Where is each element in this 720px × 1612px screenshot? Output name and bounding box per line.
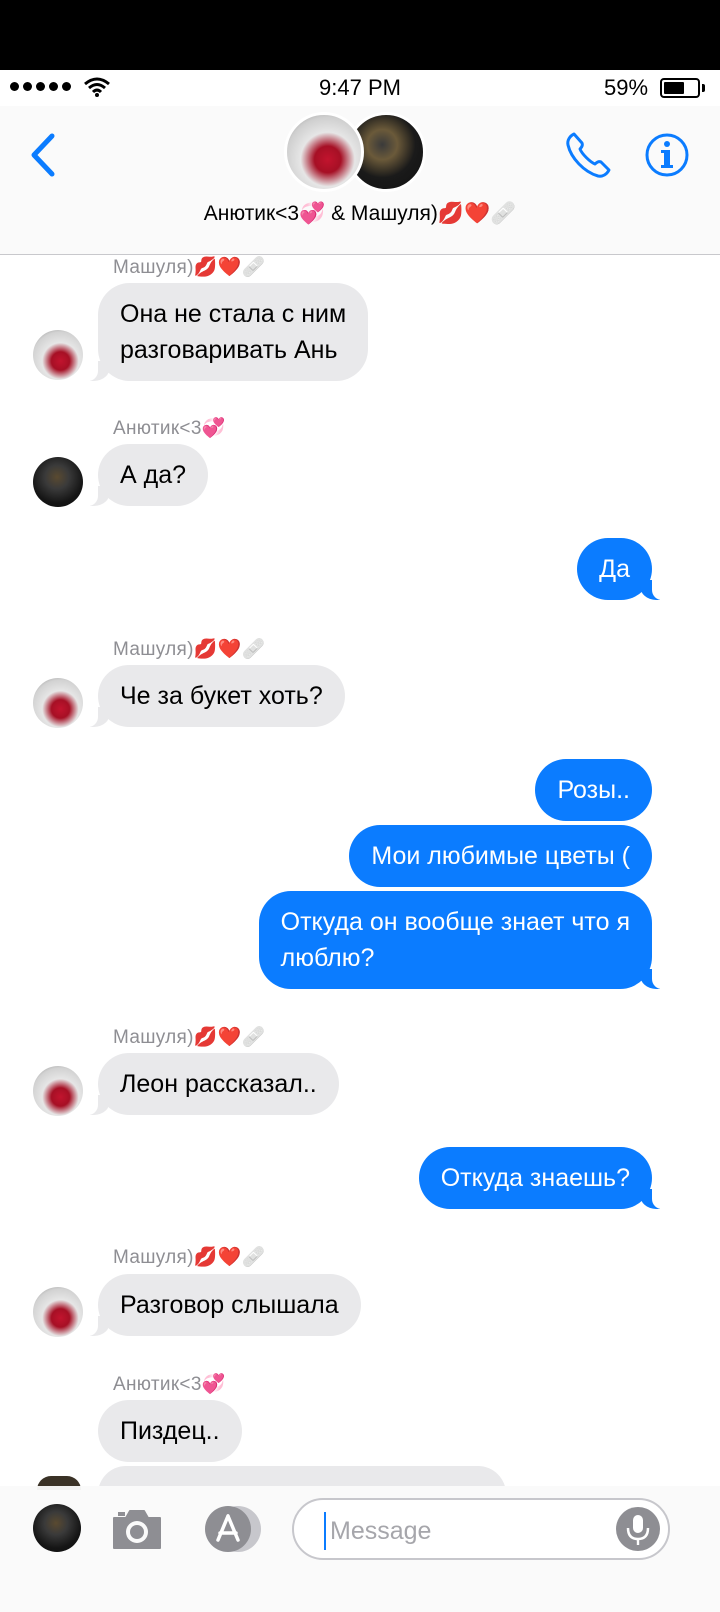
battery-icon xyxy=(660,78,705,98)
sender-name: Машуля)💋❤️🩹 xyxy=(113,1027,266,1048)
message-text: А да? xyxy=(120,461,187,489)
microphone-icon xyxy=(626,1515,650,1545)
status-bar: 9:47 PM 59% xyxy=(0,70,720,106)
message-text: Откуда знаешь? xyxy=(440,1164,630,1192)
sender-avatar xyxy=(33,1287,83,1337)
message-text: Откуда он вообще знает что я люблю? xyxy=(280,908,630,972)
app-store-button[interactable] xyxy=(200,1504,266,1554)
message-text: Пиздец.. xyxy=(120,1417,220,1445)
outgoing-message-bubble[interactable]: Мои любимые цветы ( xyxy=(349,825,652,887)
info-icon xyxy=(645,133,689,177)
sender-name: Анютик<3💞 xyxy=(113,1374,226,1395)
conversation-title[interactable]: Анютик<3💞 & Машуля)💋❤️🩹 xyxy=(0,202,720,226)
avatar xyxy=(33,1504,81,1552)
message-field xyxy=(292,1498,670,1560)
microphone-button[interactable] xyxy=(616,1507,660,1551)
incoming-message-bubble[interactable]: А да? xyxy=(83,444,209,506)
incoming-message-bubble[interactable]: Леон рассказал.. xyxy=(84,1053,339,1115)
sender-name: Машуля)💋❤️🩹 xyxy=(113,257,266,278)
incoming-message-bubble[interactable]: Она не стала с ним разговаривать Ань xyxy=(83,283,369,381)
message-text: Че за букет хоть? xyxy=(120,682,323,710)
top-black-band xyxy=(0,0,720,70)
message-text: Леон рассказал.. xyxy=(120,1070,317,1098)
message-text: Да xyxy=(599,555,630,583)
app-store-icon xyxy=(205,1506,261,1552)
incoming-message-bubble[interactable]: Разговор слышала xyxy=(84,1274,361,1336)
sender-name: Анютик<3💞 xyxy=(113,418,226,439)
group-avatars[interactable] xyxy=(284,110,434,194)
sender-avatar xyxy=(33,457,83,507)
incoming-message-bubble[interactable]: Пиздец.. xyxy=(98,1400,242,1462)
phone-icon xyxy=(566,132,611,178)
camera-button[interactable] xyxy=(110,1506,164,1552)
battery-percent: 59% xyxy=(604,75,649,100)
sender-name: Машуля)💋❤️🩹 xyxy=(113,1247,266,1268)
sender-avatar xyxy=(33,330,83,380)
conversation-header: Анютик<3💞 & Машуля)💋❤️🩹 xyxy=(0,106,720,255)
message-text: Она не стала с ним разговаривать Ань xyxy=(120,300,347,364)
message-text: Розы.. xyxy=(557,776,630,804)
outgoing-message-bubble[interactable]: Да xyxy=(577,538,666,600)
sender-name: Машуля)💋❤️🩹 xyxy=(113,639,266,660)
incoming-message-bubble[interactable]: Че за букет хоть? xyxy=(84,665,345,727)
message-text: Разговор слышала xyxy=(120,1291,339,1319)
sender-avatar xyxy=(33,678,83,728)
outgoing-message-bubble[interactable]: Розы.. xyxy=(535,759,652,821)
participant-avatar-mashulya xyxy=(284,112,364,192)
phone-button[interactable] xyxy=(562,130,614,182)
info-button[interactable] xyxy=(644,132,690,178)
sender-avatar xyxy=(33,1066,83,1116)
camera-icon xyxy=(113,1510,161,1549)
back-button[interactable] xyxy=(24,130,64,180)
message-input-bar xyxy=(0,1486,720,1612)
message-input[interactable] xyxy=(324,1512,602,1550)
back-chevron-icon xyxy=(31,133,55,177)
outgoing-message-bubble[interactable]: Откуда он вообще знает что я люблю? xyxy=(258,891,667,989)
message-text: Мои любимые цветы ( xyxy=(371,842,630,870)
outgoing-message-bubble[interactable]: Откуда знаешь? xyxy=(418,1147,667,1209)
